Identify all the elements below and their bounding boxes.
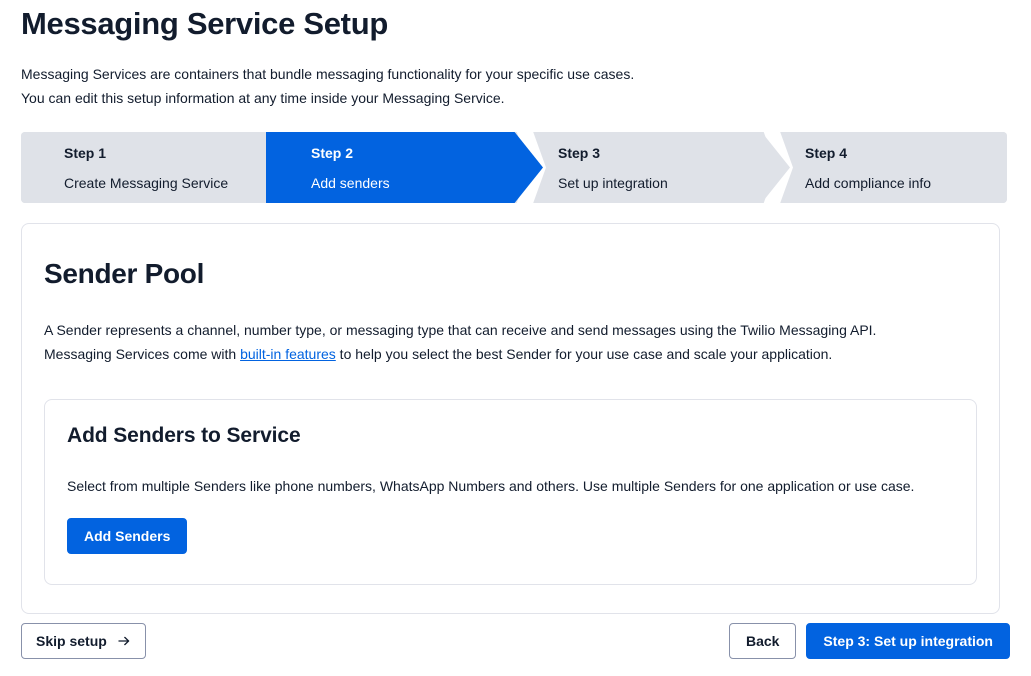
page-intro: Messaging Services are containers that b… bbox=[21, 44, 1010, 110]
add-senders-panel-title: Add Senders to Service bbox=[67, 424, 301, 447]
add-senders-panel: Add Senders to Service Select from multi… bbox=[44, 399, 977, 585]
page-intro-line-2: You can edit this setup information at a… bbox=[21, 90, 505, 106]
skip-setup-label: Skip setup bbox=[36, 633, 107, 649]
step-1-number: Step 1 bbox=[64, 144, 107, 161]
sender-pool-description-line-2-suffix: to help you select the best Sender for y… bbox=[335, 346, 833, 362]
step-3-label: Set up integration bbox=[558, 174, 668, 191]
sender-pool-description-line-2: Messaging Services come with built-in fe… bbox=[44, 342, 977, 366]
built-in-features-link[interactable]: built-in features bbox=[240, 346, 336, 362]
step-4[interactable]: Step 4 Add compliance info bbox=[760, 132, 1007, 203]
add-senders-button[interactable]: Add Senders bbox=[67, 518, 188, 554]
step-2-label: Add senders bbox=[311, 174, 390, 191]
step-4-label: Add compliance info bbox=[805, 174, 932, 191]
step-1[interactable]: Step 1 Create Messaging Service bbox=[21, 132, 299, 203]
back-button[interactable]: Back bbox=[728, 623, 797, 659]
arrow-right-icon bbox=[117, 634, 131, 648]
messaging-service-setup-page: Messaging Service Setup Messaging Servic… bbox=[0, 0, 1031, 676]
sender-pool-title: Sender Pool bbox=[44, 258, 205, 289]
setup-stepper: Step 1 Create Messaging Service Step 2 A… bbox=[21, 132, 1007, 203]
step-1-label: Create Messaging Service bbox=[64, 174, 229, 191]
sender-pool-card: Sender Pool A Sender represents a channe… bbox=[21, 223, 1000, 614]
next-step-button[interactable]: Step 3: Set up integration bbox=[806, 623, 1010, 659]
add-senders-panel-description: Select from multiple Senders like phone … bbox=[67, 478, 915, 494]
footer-right-actions: Back Step 3: Set up integration bbox=[728, 623, 1010, 659]
step-3-number: Step 3 bbox=[558, 144, 601, 161]
page-title: Messaging Service Setup bbox=[21, 6, 388, 41]
step-2[interactable]: Step 2 Add senders bbox=[266, 132, 546, 203]
page-intro-line-1: Messaging Services are containers that b… bbox=[21, 66, 635, 82]
step-4-number: Step 4 bbox=[805, 144, 848, 161]
step-2-number: Step 2 bbox=[311, 144, 354, 161]
sender-pool-description-line-1: A Sender represents a channel, number ty… bbox=[44, 322, 877, 338]
skip-setup-button[interactable]: Skip setup bbox=[21, 623, 146, 659]
sender-pool-description: A Sender represents a channel, number ty… bbox=[44, 292, 977, 366]
step-3[interactable]: Step 3 Set up integration bbox=[513, 132, 793, 203]
sender-pool-description-line-2-prefix: Messaging Services come with bbox=[44, 346, 241, 362]
footer-actions: Skip setup Back Step 3: Set up integrati… bbox=[21, 623, 1010, 659]
